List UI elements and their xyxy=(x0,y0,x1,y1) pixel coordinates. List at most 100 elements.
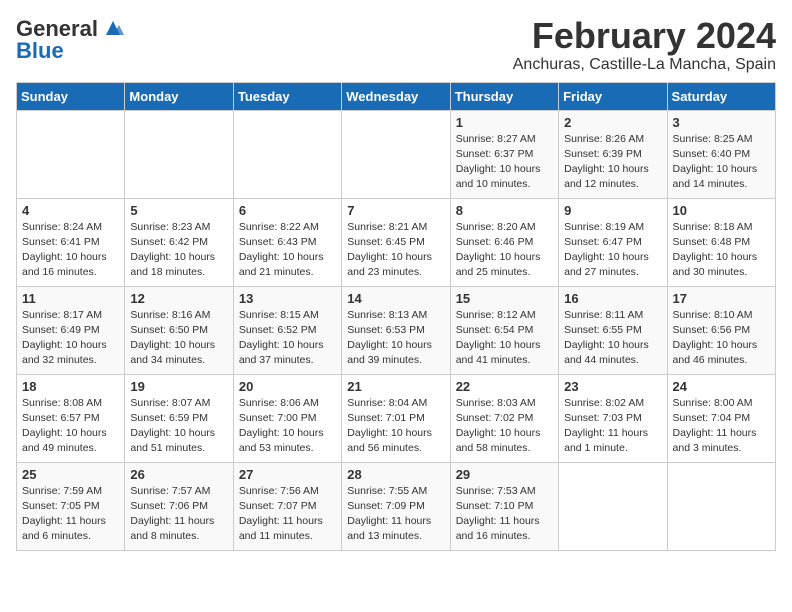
week-row-1: 1 Sunrise: 8:27 AM Sunset: 6:37 PM Daylig… xyxy=(17,110,776,198)
day-cell: 8Sunrise: 8:20 AM Sunset: 6:46 PM Daylig… xyxy=(450,198,558,286)
day-info: Sunrise: 8:22 AM Sunset: 6:43 PM Dayligh… xyxy=(239,220,336,281)
day-cell: 13 Sunrise: 8:15 AM Sunset: 6:52 PM Dayli… xyxy=(233,286,341,374)
day-info: Sunrise: 8:15 AM Sunset: 6:52 PM Dayligh… xyxy=(239,308,336,369)
day-info: Sunrise: 8:03 AM Sunset: 7:02 PM Dayligh… xyxy=(456,396,553,457)
day-number: 5 xyxy=(130,203,227,218)
day-info: Sunrise: 8:27 AM Sunset: 6:37 PM Dayligh… xyxy=(456,132,553,193)
day-cell: 11 Sunrise: 8:17 AM Sunset: 6:49 PM Dayli… xyxy=(17,286,125,374)
logo-blue: Blue xyxy=(16,38,64,64)
day-number: 23 xyxy=(564,379,661,394)
day-info: Sunrise: 8:12 AM Sunset: 6:54 PM Dayligh… xyxy=(456,308,553,369)
day-cell: 12 Sunrise: 8:16 AM Sunset: 6:50 PM Dayli… xyxy=(125,286,233,374)
day-cell: 6 Sunrise: 8:22 AM Sunset: 6:43 PM Daylig… xyxy=(233,198,341,286)
header-row: SundayMondayTuesdayWednesdayThursdayFrid… xyxy=(17,82,776,110)
header-saturday: Saturday xyxy=(667,82,775,110)
day-info: Sunrise: 7:53 AM Sunset: 7:10 PM Dayligh… xyxy=(456,484,553,545)
day-cell: 18 Sunrise: 8:08 AM Sunset: 6:57 PM Dayli… xyxy=(17,374,125,462)
page-header: General Blue February 2024 Anchuras, Cas… xyxy=(16,16,776,74)
calendar-header: SundayMondayTuesdayWednesdayThursdayFrid… xyxy=(17,82,776,110)
day-cell: 19 Sunrise: 8:07 AM Sunset: 6:59 PM Dayli… xyxy=(125,374,233,462)
day-info: Sunrise: 8:10 AM Sunset: 6:56 PM Dayligh… xyxy=(673,308,770,369)
day-info: Sunrise: 8:11 AM Sunset: 6:55 PM Dayligh… xyxy=(564,308,661,369)
day-cell: 21 Sunrise: 8:04 AM Sunset: 7:01 PM Dayli… xyxy=(342,374,450,462)
day-cell: 23Sunrise: 8:02 AM Sunset: 7:03 PM Dayli… xyxy=(559,374,667,462)
day-info: Sunrise: 8:08 AM Sunset: 6:57 PM Dayligh… xyxy=(22,396,119,457)
day-info: Sunrise: 8:06 AM Sunset: 7:00 PM Dayligh… xyxy=(239,396,336,457)
day-info: Sunrise: 8:16 AM Sunset: 6:50 PM Dayligh… xyxy=(130,308,227,369)
day-number: 11 xyxy=(22,291,119,306)
day-number: 6 xyxy=(239,203,336,218)
week-row-2: 4Sunrise: 8:24 AM Sunset: 6:41 PM Daylig… xyxy=(17,198,776,286)
day-number: 14 xyxy=(347,291,444,306)
day-cell: 3Sunrise: 8:25 AM Sunset: 6:40 PM Daylig… xyxy=(667,110,775,198)
week-row-5: 25 Sunrise: 7:59 AM Sunset: 7:05 PM Dayli… xyxy=(17,462,776,550)
header-thursday: Thursday xyxy=(450,82,558,110)
location-title: Anchuras, Castille-La Mancha, Spain xyxy=(513,56,776,74)
day-cell: 7Sunrise: 8:21 AM Sunset: 6:45 PM Daylig… xyxy=(342,198,450,286)
day-info: Sunrise: 7:56 AM Sunset: 7:07 PM Dayligh… xyxy=(239,484,336,545)
header-wednesday: Wednesday xyxy=(342,82,450,110)
day-info: Sunrise: 8:25 AM Sunset: 6:40 PM Dayligh… xyxy=(673,132,770,193)
day-cell: 22 Sunrise: 8:03 AM Sunset: 7:02 PM Dayli… xyxy=(450,374,558,462)
day-number: 19 xyxy=(130,379,227,394)
day-info: Sunrise: 7:55 AM Sunset: 7:09 PM Dayligh… xyxy=(347,484,444,545)
day-info: Sunrise: 8:04 AM Sunset: 7:01 PM Dayligh… xyxy=(347,396,444,457)
day-cell xyxy=(342,110,450,198)
day-number: 25 xyxy=(22,467,119,482)
header-sunday: Sunday xyxy=(17,82,125,110)
day-number: 9 xyxy=(564,203,661,218)
day-number: 24 xyxy=(673,379,770,394)
day-info: Sunrise: 8:24 AM Sunset: 6:41 PM Dayligh… xyxy=(22,220,119,281)
day-number: 22 xyxy=(456,379,553,394)
day-info: Sunrise: 8:19 AM Sunset: 6:47 PM Dayligh… xyxy=(564,220,661,281)
title-block: February 2024 Anchuras, Castille-La Manc… xyxy=(513,16,776,74)
day-cell: 25 Sunrise: 7:59 AM Sunset: 7:05 PM Dayli… xyxy=(17,462,125,550)
day-number: 17 xyxy=(673,291,770,306)
day-number: 15 xyxy=(456,291,553,306)
day-info: Sunrise: 8:07 AM Sunset: 6:59 PM Dayligh… xyxy=(130,396,227,457)
day-cell: 1 Sunrise: 8:27 AM Sunset: 6:37 PM Daylig… xyxy=(450,110,558,198)
day-number: 27 xyxy=(239,467,336,482)
logo-icon xyxy=(102,17,124,39)
day-number: 12 xyxy=(130,291,227,306)
day-cell: 5 Sunrise: 8:23 AM Sunset: 6:42 PM Daylig… xyxy=(125,198,233,286)
day-number: 18 xyxy=(22,379,119,394)
day-info: Sunrise: 8:17 AM Sunset: 6:49 PM Dayligh… xyxy=(22,308,119,369)
day-info: Sunrise: 8:23 AM Sunset: 6:42 PM Dayligh… xyxy=(130,220,227,281)
week-row-4: 18 Sunrise: 8:08 AM Sunset: 6:57 PM Dayli… xyxy=(17,374,776,462)
day-number: 29 xyxy=(456,467,553,482)
day-info: Sunrise: 8:26 AM Sunset: 6:39 PM Dayligh… xyxy=(564,132,661,193)
header-monday: Monday xyxy=(125,82,233,110)
day-info: Sunrise: 7:59 AM Sunset: 7:05 PM Dayligh… xyxy=(22,484,119,545)
day-cell: 29 Sunrise: 7:53 AM Sunset: 7:10 PM Dayli… xyxy=(450,462,558,550)
logo: General Blue xyxy=(16,16,124,64)
month-title: February 2024 xyxy=(513,16,776,56)
day-info: Sunrise: 8:18 AM Sunset: 6:48 PM Dayligh… xyxy=(673,220,770,281)
day-number: 1 xyxy=(456,115,553,130)
week-row-3: 11 Sunrise: 8:17 AM Sunset: 6:49 PM Dayli… xyxy=(17,286,776,374)
day-number: 26 xyxy=(130,467,227,482)
day-number: 16 xyxy=(564,291,661,306)
day-cell: 15 Sunrise: 8:12 AM Sunset: 6:54 PM Dayli… xyxy=(450,286,558,374)
day-cell xyxy=(233,110,341,198)
day-cell: 17 Sunrise: 8:10 AM Sunset: 6:56 PM Dayli… xyxy=(667,286,775,374)
day-cell: 24 Sunrise: 8:00 AM Sunset: 7:04 PM Dayli… xyxy=(667,374,775,462)
header-friday: Friday xyxy=(559,82,667,110)
day-info: Sunrise: 8:00 AM Sunset: 7:04 PM Dayligh… xyxy=(673,396,770,457)
calendar-body: 1 Sunrise: 8:27 AM Sunset: 6:37 PM Daylig… xyxy=(17,110,776,550)
day-info: Sunrise: 8:21 AM Sunset: 6:45 PM Dayligh… xyxy=(347,220,444,281)
day-cell: 10Sunrise: 8:18 AM Sunset: 6:48 PM Dayli… xyxy=(667,198,775,286)
day-info: Sunrise: 7:57 AM Sunset: 7:06 PM Dayligh… xyxy=(130,484,227,545)
day-cell: 2 Sunrise: 8:26 AM Sunset: 6:39 PM Daylig… xyxy=(559,110,667,198)
day-cell xyxy=(559,462,667,550)
day-info: Sunrise: 8:20 AM Sunset: 6:46 PM Dayligh… xyxy=(456,220,553,281)
day-number: 13 xyxy=(239,291,336,306)
day-cell xyxy=(667,462,775,550)
day-number: 20 xyxy=(239,379,336,394)
day-cell xyxy=(17,110,125,198)
calendar-table: SundayMondayTuesdayWednesdayThursdayFrid… xyxy=(16,82,776,551)
day-number: 2 xyxy=(564,115,661,130)
day-info: Sunrise: 8:13 AM Sunset: 6:53 PM Dayligh… xyxy=(347,308,444,369)
day-cell: 9 Sunrise: 8:19 AM Sunset: 6:47 PM Daylig… xyxy=(559,198,667,286)
day-number: 21 xyxy=(347,379,444,394)
